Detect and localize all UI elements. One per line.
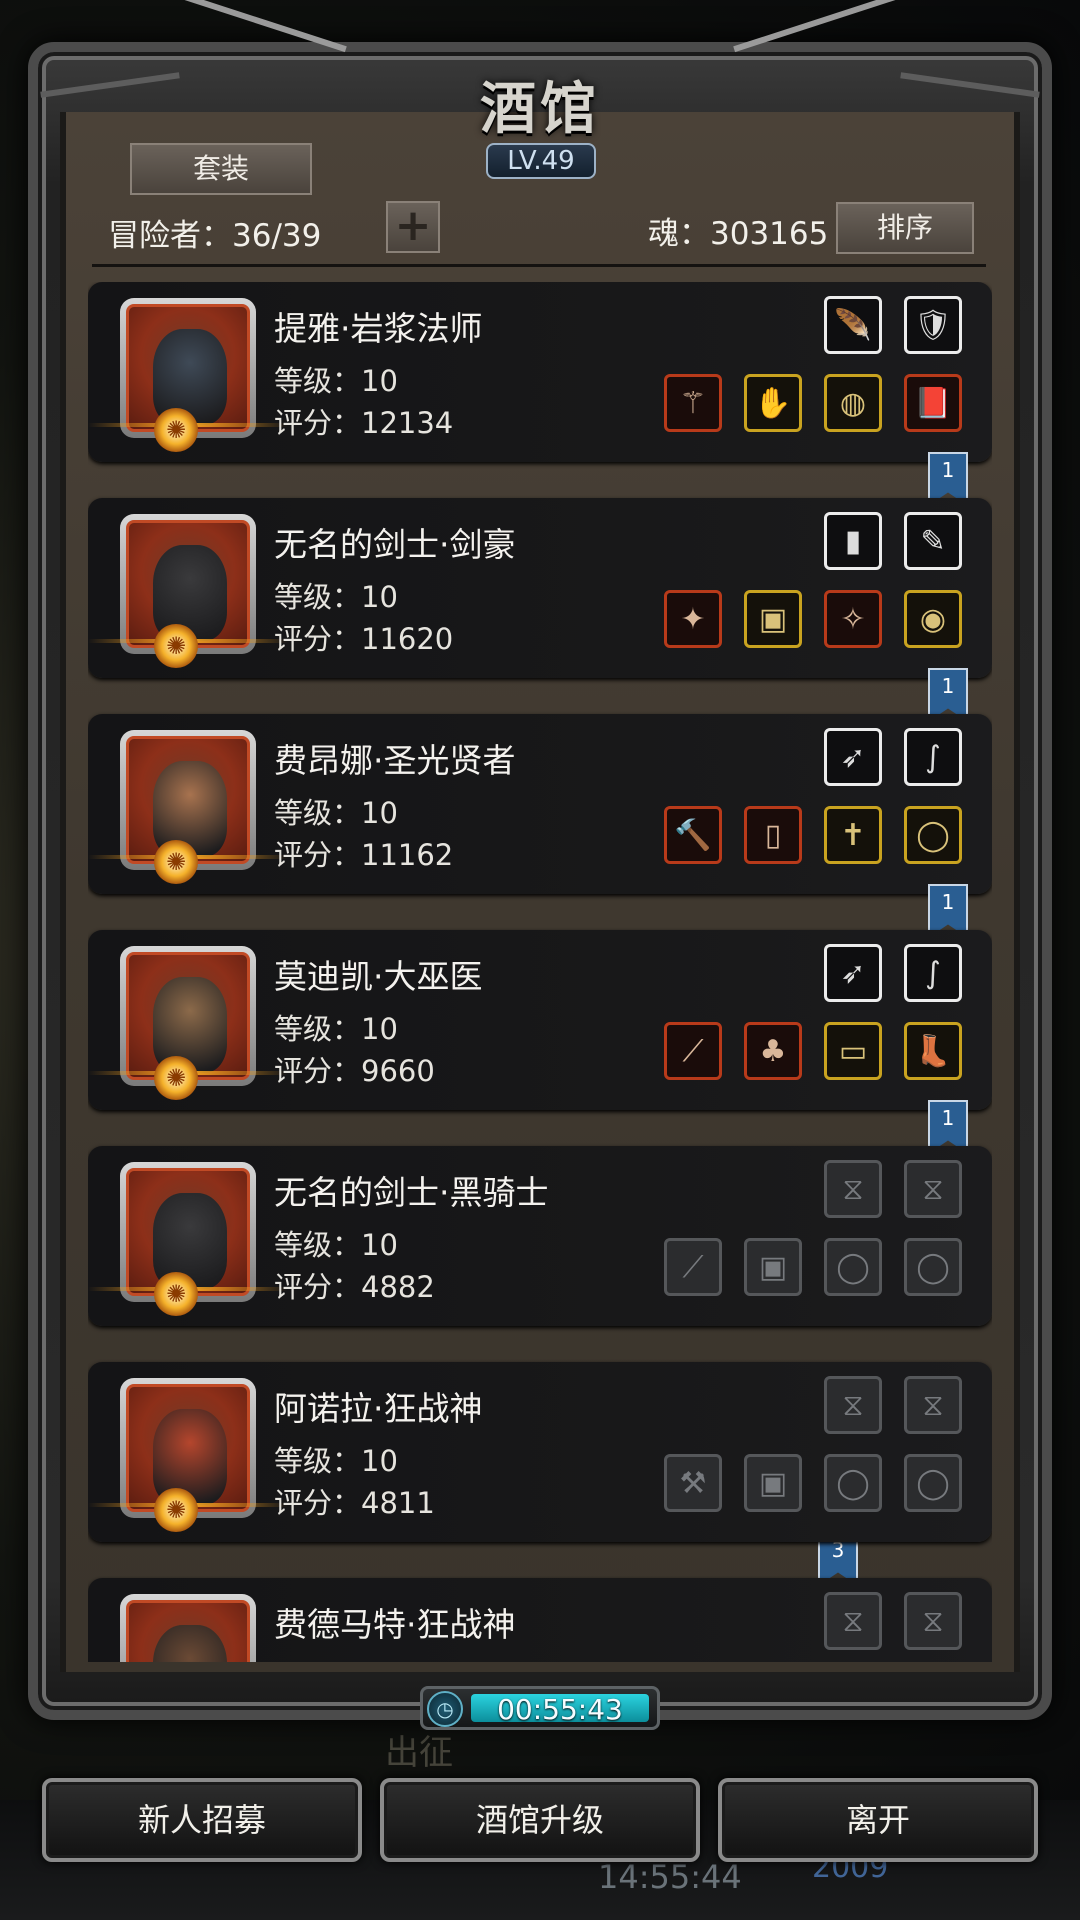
hero-level: 等级：10 (274, 364, 398, 398)
rank-sun-icon: ✺ (154, 624, 198, 668)
hero-score: 评分：9660 (274, 1054, 435, 1088)
sword-slot-icon[interactable]: ⟋ (664, 1238, 722, 1296)
portrait-frame (126, 1600, 250, 1662)
whip-icon[interactable]: ∫ (904, 728, 962, 786)
hero-portrait[interactable] (120, 1594, 256, 1662)
chestplate-icon[interactable]: ▣ (744, 590, 802, 648)
rank-sun-icon: ✺ (154, 408, 198, 452)
hero-name: 阿诺拉·狂战神 (274, 1389, 483, 1428)
hero-avatar (153, 1625, 227, 1662)
timer-text: 00:55:43 (497, 1693, 623, 1726)
add-adventurer-button[interactable]: + (386, 201, 440, 253)
hero-card[interactable]: ✺ 提雅·岩浆法师 等级：10 评分：12134 🪶 🛡 ⚚ ✋ ◍ 📕 (88, 282, 992, 462)
ring-slot-icon[interactable]: ◯ (824, 1454, 882, 1512)
gem-icon[interactable]: ✧ (824, 590, 882, 648)
ring-slot-icon[interactable]: ◯ (904, 1454, 962, 1512)
boots-icon[interactable]: 👢 (904, 1022, 962, 1080)
hero-card[interactable]: ✺ 阿诺拉·狂战神 等级：10 评分：4811 ⧖ ⧖ ⚒ ▣ ◯ ◯ (88, 1362, 992, 1542)
hero-score: 评分：12134 (274, 406, 454, 440)
scroll-icon[interactable]: ▮ (824, 512, 882, 570)
page-title: 酒馆 (480, 76, 600, 142)
cross-icon[interactable]: ✝ (824, 806, 882, 864)
gauntlet-icon[interactable]: ✋ (744, 374, 802, 432)
hourglass-icon[interactable]: ⧖ (824, 1160, 882, 1218)
hero-card[interactable]: ✺ 莫迪凯·大巫医 等级：10 评分：9660 ➶ ∫ ⟋ ♣ ▭ 👢 (88, 930, 992, 1110)
soul-count: 魂：303165 (648, 216, 829, 252)
rank-sun-icon: ✺ (154, 840, 198, 884)
wand-icon[interactable]: ⟋ (664, 1022, 722, 1080)
header-divider (92, 264, 986, 267)
ring-icon[interactable]: ◯ (904, 806, 962, 864)
adventurer-list[interactable]: ✺ 提雅·岩浆法师 等级：10 评分：12134 🪶 🛡 ⚚ ✋ ◍ 📕 1 ✺ 无名的剑士… (88, 282, 992, 1662)
hourglass-icon[interactable]: ⧖ (904, 1376, 962, 1434)
blade-icon[interactable]: ✎ (904, 512, 962, 570)
belt-icon[interactable]: ▭ (824, 1022, 882, 1080)
hero-level: 等级：10 (274, 580, 398, 614)
hero-name: 莫迪凯·大巫医 (274, 957, 483, 996)
amulet-icon[interactable]: ◍ (824, 374, 882, 432)
sort-button[interactable]: 排序 (836, 202, 974, 254)
armor-icon[interactable]: 🛡 (904, 296, 962, 354)
hero-level: 等级：10 (274, 1654, 398, 1662)
expedition-timer: ◷ 00:55:43 (420, 1686, 660, 1730)
robe-icon[interactable]: ♣ (744, 1022, 802, 1080)
rank-sun-icon: ✺ (154, 1056, 198, 1100)
hero-name: 提雅·岩浆法师 (274, 309, 483, 348)
boot-icon[interactable]: ▯ (744, 806, 802, 864)
recruit-button[interactable]: 新人招募 (42, 1778, 362, 1862)
suit-button[interactable]: 套装 (130, 143, 312, 195)
spear-icon[interactable]: ✦ (664, 590, 722, 648)
dagger-icon[interactable]: ➶ (824, 728, 882, 786)
hero-card[interactable]: ✺ 费昂娜·圣光贤者 等级：10 评分：11162 ➶ ∫ 🔨 ▯ ✝ ◯ (88, 714, 992, 894)
hammer-icon[interactable]: 🔨 (664, 806, 722, 864)
hero-name: 费昂娜·圣光贤者 (274, 741, 516, 780)
tome-icon[interactable]: 📕 (904, 374, 962, 432)
tavern-upgrade-button[interactable]: 酒馆升级 (380, 1778, 700, 1862)
hero-name: 费德马特·狂战神 (274, 1605, 516, 1644)
hourglass-icon[interactable]: ⧖ (824, 1376, 882, 1434)
background-label: 出征 (385, 1733, 453, 1773)
hero-level: 等级：10 (274, 796, 398, 830)
hourglass-icon[interactable]: ⧖ (904, 1592, 962, 1650)
background-clock: 14:55:44 (598, 1858, 742, 1896)
hero-card[interactable]: ✺ 无名的剑士·剑豪 等级：10 评分：11620 ▮ ✎ ✦ ▣ ✧ ◉ (88, 498, 992, 678)
hero-level: 等级：10 (274, 1444, 398, 1478)
hero-level: 等级：10 (274, 1228, 398, 1262)
ring-slot-icon[interactable]: ◯ (904, 1238, 962, 1296)
axe-slot-icon[interactable]: ⚒ (664, 1454, 722, 1512)
staff-icon[interactable]: ⚚ (664, 374, 722, 432)
dagger-icon[interactable]: ➶ (824, 944, 882, 1002)
hourglass-icon[interactable]: ⧖ (904, 1160, 962, 1218)
leave-button[interactable]: 离开 (718, 1778, 1038, 1862)
hero-card[interactable]: ✺ 费德马特·狂战神 等级：10 ⧖⧖ (88, 1578, 992, 1662)
shield-icon[interactable]: ◉ (904, 590, 962, 648)
hero-card[interactable]: ✺ 无名的剑士·黑骑士 等级：10 评分：4882 ⧖ ⧖ ⟋ ▣ ◯ ◯ (88, 1146, 992, 1326)
tavern-level-badge: LV.49 (486, 143, 596, 179)
hero-score: 评分：4882 (274, 1270, 435, 1304)
armor-slot-icon[interactable]: ▣ (744, 1238, 802, 1296)
rank-sun-icon: ✺ (154, 1272, 198, 1316)
rank-sun-icon: ✺ (154, 1488, 198, 1532)
hourglass-icon[interactable]: ⧖ (824, 1592, 882, 1650)
hero-name: 无名的剑士·黑骑士 (274, 1173, 549, 1212)
hero-score: 评分：11162 (274, 838, 454, 872)
feather-icon[interactable]: 🪶 (824, 296, 882, 354)
hero-score: 评分：11620 (274, 622, 454, 656)
hero-level: 等级：10 (274, 1012, 398, 1046)
whip-icon[interactable]: ∫ (904, 944, 962, 1002)
armor-slot-icon[interactable]: ▣ (744, 1454, 802, 1512)
hero-name: 无名的剑士·剑豪 (274, 525, 516, 564)
hero-score: 评分：4811 (274, 1486, 435, 1520)
adventurer-count: 冒险者：36/39 (108, 218, 322, 254)
ring-slot-icon[interactable]: ◯ (824, 1238, 882, 1296)
clock-icon: ◷ (427, 1691, 463, 1727)
